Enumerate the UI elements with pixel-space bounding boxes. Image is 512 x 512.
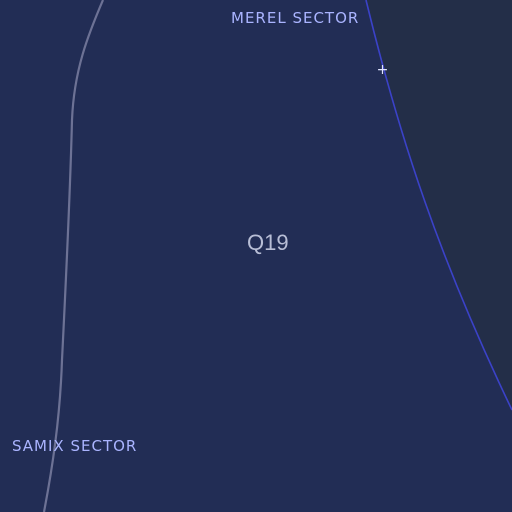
- route-line: [42, 0, 105, 512]
- grid-cell-label: Q19: [247, 230, 289, 255]
- map-viewport[interactable]: MEREL SECTOR SAMIX SECTOR Q19 +: [0, 0, 512, 512]
- crosshair-icon[interactable]: +: [376, 63, 389, 77]
- sector-label-samix[interactable]: SAMIX SECTOR: [12, 439, 137, 454]
- sector-label-merel[interactable]: MEREL SECTOR: [231, 11, 359, 26]
- map-canvas: [42, 0, 512, 512]
